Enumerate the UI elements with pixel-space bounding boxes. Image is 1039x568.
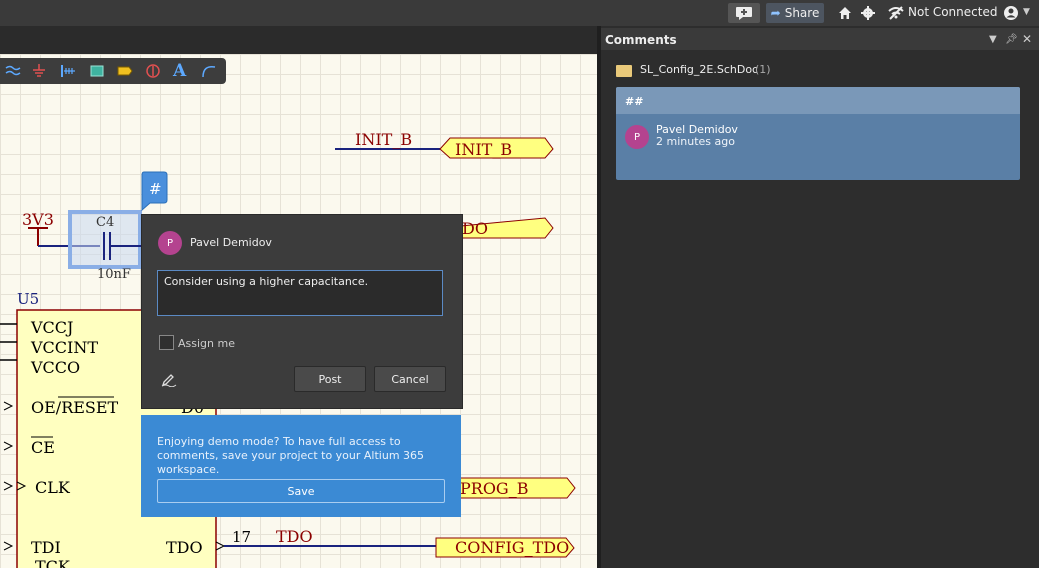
no-erc-icon[interactable] [145, 63, 161, 79]
init-port-label: INIT_B [455, 140, 512, 159]
pin-ce: CE [31, 438, 55, 457]
thread-header: ## [616, 87, 1020, 114]
comment-thread[interactable]: ## P Pavel Demidov 2 minutes ago [616, 87, 1020, 180]
pin-vcco: VCCO [30, 358, 80, 377]
pin-clk: CLK [35, 478, 71, 497]
home-icon[interactable] [837, 5, 853, 21]
pin-number-17: 17 [232, 528, 251, 546]
c4-ref: C4 [96, 215, 114, 230]
document-icon [616, 65, 632, 77]
pin-vccj: VCCJ [30, 318, 73, 337]
init-net-label: INIT_B [355, 130, 412, 149]
arc-icon[interactable] [201, 63, 217, 79]
pen-icon[interactable] [161, 371, 177, 387]
post-button[interactable]: Post [294, 366, 366, 392]
demo-message: Enjoying demo mode? To have full access … [157, 435, 425, 476]
thread-timestamp: 2 minutes ago [656, 135, 735, 148]
assign-me-label[interactable]: Assign me [178, 337, 235, 350]
document-comment-count: (1) [755, 63, 771, 76]
pin-tck: TCK [35, 557, 71, 568]
comments-panel: Comments ▼ 📌︎ ✕ SL_Config_2E.SchDoc (1) … [601, 26, 1039, 568]
ground-icon[interactable] [31, 63, 47, 79]
pin-icon[interactable]: 📌︎ [1005, 34, 1018, 45]
harness-icon[interactable] [60, 63, 76, 79]
avatar: P [625, 125, 649, 149]
add-comment-icon [736, 7, 752, 20]
top-bar: ➦ Share Not Connected ▼ [0, 0, 1039, 27]
pin-arrow [3, 441, 14, 451]
pin-tdi: TDI [31, 538, 61, 557]
comment-input[interactable]: Consider using a higher capacitance. [157, 270, 443, 316]
connection-status[interactable]: Not Connected [908, 5, 997, 19]
gear-icon[interactable] [860, 5, 876, 21]
comment-popup: P Pavel Demidov Consider using a higher … [141, 214, 463, 409]
prog-port-label: PROG_B [460, 479, 528, 498]
share-arrow-icon: ➦ [770, 6, 781, 20]
canvas-header-strip [0, 26, 597, 54]
pin-arrow [3, 481, 14, 491]
not-connected-icon[interactable] [888, 5, 904, 21]
document-name[interactable]: SL_Config_2E.SchDoc [640, 63, 758, 76]
tdo-pin-arrow [215, 541, 226, 551]
pin-oe-reset: OE/RESET [31, 398, 119, 417]
share-label: Share [784, 6, 820, 20]
cancel-button[interactable]: Cancel [374, 366, 446, 392]
c4-value: 10nF [97, 267, 131, 282]
pin-arrow [3, 401, 14, 411]
pin-tdo: TDO [166, 538, 203, 557]
bus-icon[interactable] [5, 63, 21, 79]
demo-mode-banner: Enjoying demo mode? To have full access … [141, 415, 461, 517]
schematic-toolbar: A [0, 58, 226, 84]
panel-header: Comments ▼ 📌︎ ✕ [601, 28, 1039, 50]
comment-marker-glyph: # [149, 180, 162, 198]
avatar: P [158, 231, 182, 255]
user-icon[interactable] [1003, 5, 1019, 21]
tdo-net-label: TDO [276, 527, 313, 546]
u5-designator: U5 [17, 290, 39, 308]
pin-arrow [3, 541, 14, 551]
pin-vccint: VCCINT [30, 338, 98, 357]
do-port-label: DO [462, 219, 488, 238]
close-icon[interactable]: ✕ [1022, 32, 1032, 46]
panel-menu-icon[interactable]: ▼ [989, 34, 997, 45]
add-comment-button[interactable] [728, 3, 760, 23]
text-tool-icon[interactable]: A [173, 61, 189, 81]
save-button[interactable]: Save [157, 479, 445, 503]
assign-me-checkbox[interactable] [159, 335, 174, 350]
user-menu-caret-icon[interactable]: ▼ [1023, 7, 1030, 17]
sheet-symbol-icon[interactable] [89, 63, 105, 79]
port-icon[interactable] [117, 63, 133, 79]
panel-title: Comments [605, 33, 677, 47]
comment-author: Pavel Demidov [190, 236, 272, 249]
thread-tag: ## [625, 95, 644, 108]
share-button[interactable]: ➦ Share [766, 3, 824, 23]
config-tdo-port-label: CONFIG_TDO [455, 538, 569, 557]
power-label: 3V3 [22, 210, 54, 229]
